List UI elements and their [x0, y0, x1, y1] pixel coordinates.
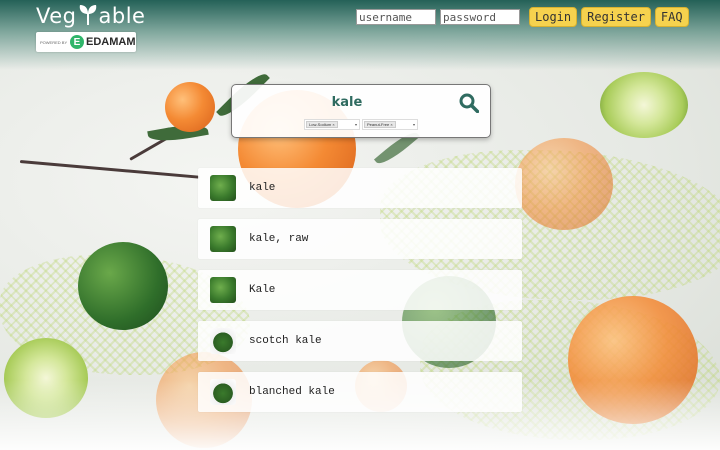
filter-row: Low-Sodium × ▾ Peanut-Free × ▾ [304, 119, 418, 130]
result-item[interactable]: blanched kale [198, 372, 522, 412]
sprout-icon [79, 5, 96, 25]
edamam-logo-icon: E [70, 35, 84, 49]
result-label: scotch kale [249, 335, 322, 347]
orange [165, 82, 215, 132]
search-icon[interactable] [459, 93, 479, 113]
food-thumbnail [210, 277, 236, 303]
lime-slice [600, 72, 688, 138]
result-item[interactable]: kale [198, 168, 522, 208]
food-thumbnail [210, 379, 236, 405]
login-button[interactable]: Login [529, 7, 578, 27]
lime [78, 242, 168, 330]
logo-text-left: Veg [36, 4, 77, 28]
register-button[interactable]: Register [581, 7, 651, 27]
result-label: kale [249, 182, 276, 194]
result-label: blanched kale [249, 386, 335, 398]
password-input[interactable] [440, 9, 520, 25]
food-thumbnail [210, 175, 236, 201]
logo-text-right: able [98, 4, 146, 28]
result-item[interactable]: scotch kale [198, 321, 522, 361]
filter-select-low-sodium[interactable]: Low-Sodium × ▾ [304, 119, 360, 130]
result-item[interactable]: Kale [198, 270, 522, 310]
filter-select-peanut-free[interactable]: Peanut-Free × ▾ [362, 119, 418, 130]
edamam-badge[interactable]: POWERED BY E EDAMAM [36, 32, 136, 52]
food-thumbnail [210, 328, 236, 354]
filter-tag[interactable]: Low-Sodium × [306, 121, 338, 128]
result-item[interactable]: kale, raw [198, 219, 522, 259]
faq-button[interactable]: FAQ [654, 7, 689, 27]
auth-bar: Login Register FAQ [356, 7, 689, 27]
username-input[interactable] [356, 9, 436, 25]
results-list: kale kale, raw Kale scotch kale blanched… [198, 168, 522, 423]
search-panel: kale Low-Sodium × ▾ Peanut-Free × ▾ [231, 84, 491, 138]
search-query[interactable]: kale [232, 95, 462, 110]
result-label: Kale [249, 284, 276, 296]
edamam-name: EDAMAM [86, 36, 136, 48]
chevron-down-icon[interactable]: ▾ [355, 122, 357, 127]
orange [515, 138, 613, 230]
branch [19, 160, 200, 179]
app-logo[interactable]: Veg able [36, 4, 145, 28]
chevron-down-icon[interactable]: ▾ [413, 122, 415, 127]
result-label: kale, raw [249, 233, 309, 245]
powered-by-label: POWERED BY [40, 39, 68, 45]
food-thumbnail [210, 226, 236, 252]
filter-tag[interactable]: Peanut-Free × [364, 121, 396, 128]
